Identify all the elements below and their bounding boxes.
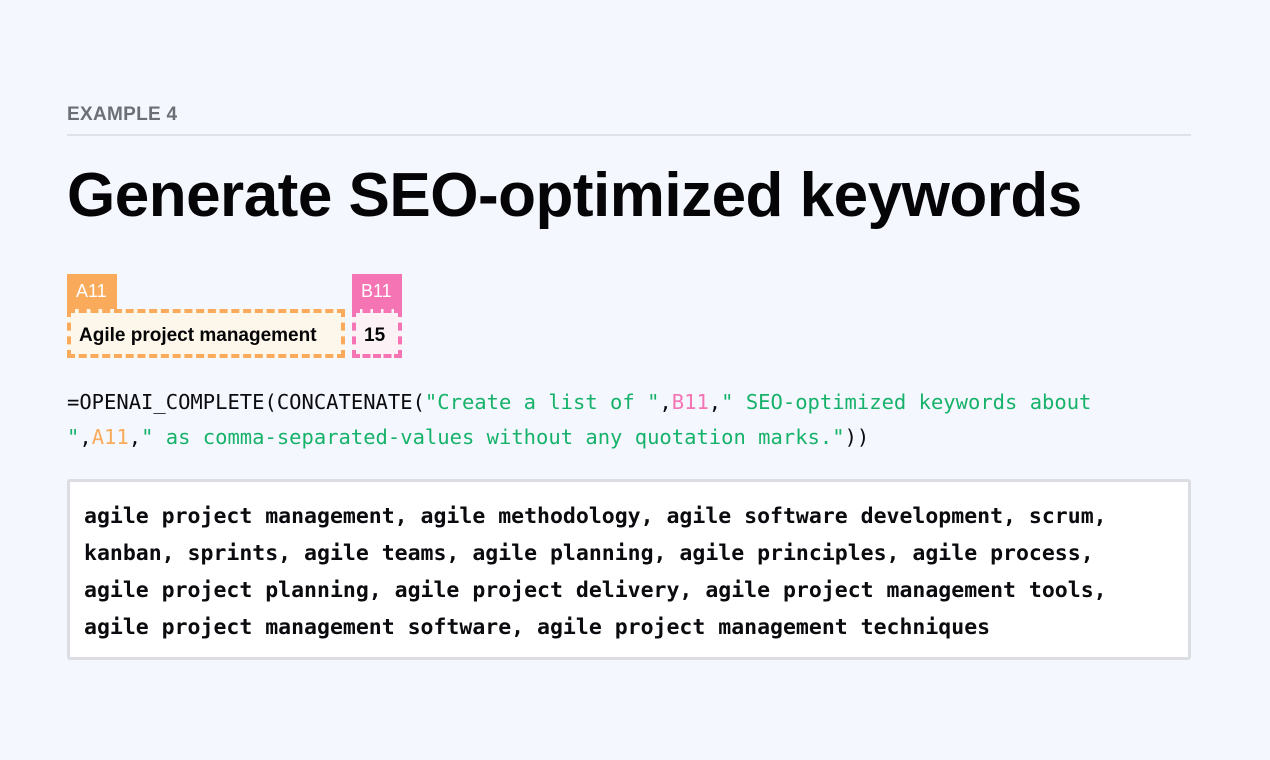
formula-ref-b11: B11 (671, 390, 709, 414)
formula-text[interactable]: =OPENAI_COMPLETE(CONCATENATE("Create a l… (67, 385, 1191, 455)
formula-string: " as comma-separated-values without any … (141, 425, 845, 449)
formula-string: " (67, 425, 80, 449)
result-line: agile project planning, agile project de… (84, 578, 1107, 603)
result-line: kanban, sprints, agile teams, agile plan… (84, 541, 1094, 566)
cell-a11[interactable]: Agile project management (67, 309, 345, 358)
formula-separator: , (708, 390, 722, 414)
formula-string: "Create a list of " (424, 390, 660, 414)
formula-separator: , (659, 390, 672, 414)
formula-suffix: )) (844, 425, 870, 449)
section-label: EXAMPLE 4 (67, 104, 178, 125)
formula-function: =OPENAI_COMPLETE(CONCATENATE( (67, 390, 425, 414)
formula-separator: , (128, 425, 142, 449)
divider (67, 134, 1191, 136)
formula-separator: , (79, 425, 92, 449)
formula-ref-a11: A11 (91, 425, 129, 449)
result-line: agile project management, agile methodol… (84, 504, 1107, 529)
cell-b11[interactable]: 15 (352, 309, 402, 358)
result-line: agile project management software, agile… (84, 615, 991, 640)
cell-ref-b11: B11 (352, 274, 402, 309)
page-title: Generate SEO-optimized keywords (67, 161, 1082, 230)
result-output: agile project management, agile methodol… (67, 479, 1191, 660)
formula-string: " SEO-optimized keywords about (721, 390, 1092, 414)
cell-ref-a11: A11 (67, 274, 117, 309)
